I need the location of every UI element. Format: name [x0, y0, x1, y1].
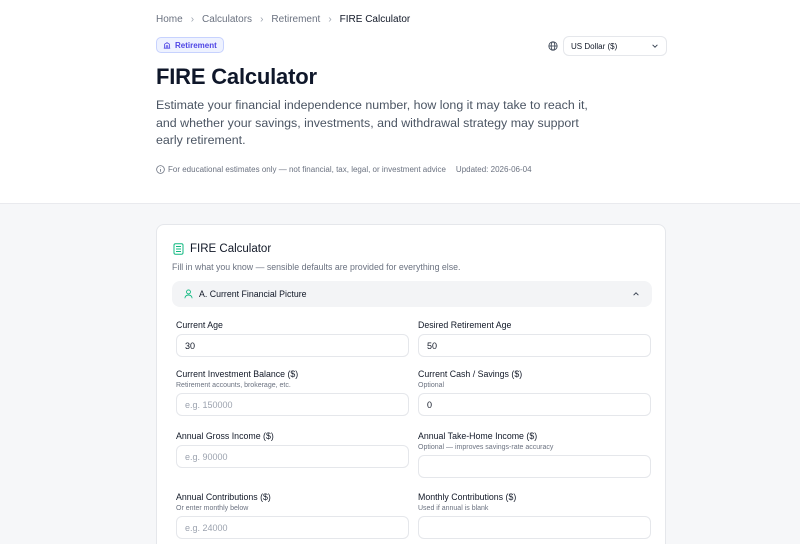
- chevron-right-icon: ›: [260, 13, 264, 25]
- field-annual-contrib: Annual Contributions ($) Or enter monthl…: [176, 492, 409, 539]
- field-cash-savings: Current Cash / Savings ($) Optional: [418, 369, 651, 416]
- cash-savings-input[interactable]: [418, 393, 651, 416]
- building-icon: [163, 42, 171, 49]
- invest-balance-label: Current Investment Balance ($): [176, 369, 299, 379]
- currency-select[interactable]: US Dollar ($): [563, 36, 667, 56]
- retire-age-label: Desired Retirement Age: [418, 320, 512, 330]
- info-icon: [156, 164, 165, 174]
- annual-contrib-hint: Or enter monthly below: [176, 505, 249, 512]
- field-retire-age: Desired Retirement Age: [418, 320, 651, 357]
- chevron-right-icon: ›: [328, 13, 332, 25]
- card-subtitle: Fill in what you know — sensible default…: [172, 262, 461, 272]
- page-description: Estimate your financial independence num…: [156, 98, 588, 147]
- chevron-right-icon: ›: [190, 13, 195, 25]
- annual-contrib-label: Annual Contributions ($): [176, 492, 271, 502]
- invest-balance-hint: Retirement accounts, brokerage, etc.: [176, 382, 291, 389]
- page-meta: For educational estimates only — not fin…: [156, 163, 532, 175]
- user-icon: [184, 289, 193, 299]
- breadcrumb: Home › Calculators › Retirement › FIRE C…: [156, 12, 410, 26]
- field-current-age: Current Age: [176, 320, 409, 357]
- badge-label: Retirement: [175, 40, 217, 50]
- category-badge: Retirement: [156, 37, 224, 53]
- chevron-up-icon[interactable]: [632, 290, 640, 298]
- cash-savings-hint: Optional: [418, 382, 445, 389]
- annual-contrib-input[interactable]: [176, 516, 409, 539]
- page-title: FIRE Calculator: [156, 64, 317, 89]
- current-age-label: Current Age: [176, 320, 223, 330]
- breadcrumb-home-link[interactable]: Home: [156, 14, 183, 25]
- monthly-contrib-input[interactable]: [418, 516, 651, 539]
- updated-date: Updated: 2026-06-04: [455, 164, 532, 174]
- globe-icon: [548, 41, 558, 51]
- monthly-contrib-hint: Used if annual is blank: [418, 505, 489, 512]
- field-gross-income: Annual Gross Income ($): [176, 431, 409, 468]
- card-header: FIRE Calculator: [173, 242, 271, 256]
- breadcrumb-calculators-link[interactable]: Calculators: [202, 14, 252, 25]
- currency-selector: US Dollar ($): [548, 36, 667, 56]
- chevron-down-icon: [652, 44, 658, 48]
- take-home-label: Annual Take-Home Income ($): [418, 431, 538, 441]
- retire-age-input[interactable]: [418, 334, 651, 357]
- disclaimer-text: For educational estimates only — not fin…: [168, 164, 446, 174]
- calculator-icon: [173, 243, 184, 255]
- current-age-input[interactable]: [176, 334, 409, 357]
- take-home-hint: Optional — improves savings-rate accurac…: [418, 444, 554, 451]
- gross-income-input[interactable]: [176, 445, 409, 468]
- cash-savings-label: Current Cash / Savings ($): [418, 369, 523, 379]
- field-invest-balance: Current Investment Balance ($) Retiremen…: [176, 369, 409, 416]
- breadcrumb-retirement-link[interactable]: Retirement: [271, 14, 320, 25]
- monthly-contrib-label: Monthly Contributions ($): [418, 492, 517, 502]
- field-monthly-contrib: Monthly Contributions ($) Used if annual…: [418, 492, 651, 539]
- field-take-home: Annual Take-Home Income ($) Optional — i…: [418, 431, 651, 478]
- currency-value: US Dollar ($): [571, 41, 618, 51]
- section-current-financial-picture[interactable]: A. Current Financial Picture: [172, 281, 652, 307]
- calculator-card: FIRE Calculator Fill in what you know — …: [156, 224, 666, 544]
- gross-income-label: Annual Gross Income ($): [176, 431, 274, 441]
- section-label: A. Current Financial Picture: [199, 289, 307, 299]
- card-title: FIRE Calculator: [190, 243, 272, 255]
- invest-balance-input[interactable]: [176, 393, 409, 416]
- breadcrumb-current: FIRE Calculator: [339, 13, 411, 25]
- take-home-input[interactable]: [418, 455, 651, 478]
